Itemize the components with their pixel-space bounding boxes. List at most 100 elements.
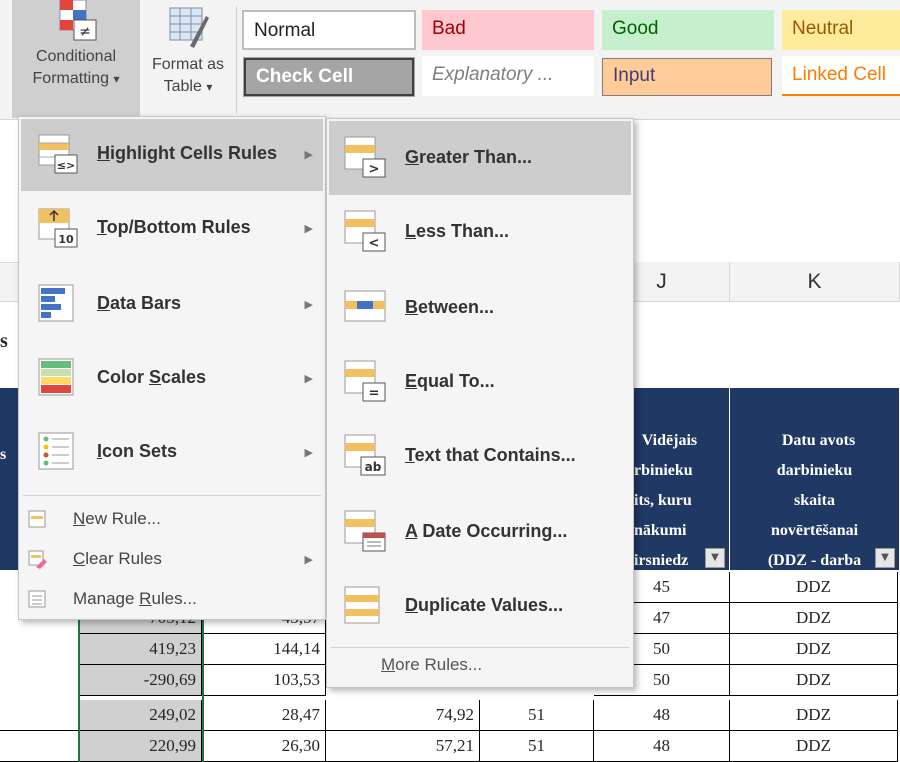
submenu-arrow-icon: ▶ — [304, 554, 313, 566]
cell[interactable]: 48 — [594, 731, 730, 762]
manage-rules-icon — [28, 590, 46, 608]
menu-label: Clear Rules — [73, 549, 162, 568]
cell[interactable]: DDZ — [730, 700, 898, 731]
icon-sets-icon — [38, 432, 74, 470]
filter-dropdown-k[interactable]: ▼ — [875, 548, 895, 568]
menu-label: New Rule... — [73, 509, 161, 528]
menu-item-top-bottom-rules[interactable]: 10 Top/Bottom Rules ▶ — [21, 193, 323, 265]
menu-item-clear-rules[interactable]: Clear Rules ▶ — [21, 539, 323, 579]
cell[interactable]: 103,53 — [202, 665, 326, 696]
svg-text:≠: ≠ — [79, 24, 91, 40]
date-occurring-icon — [344, 510, 386, 552]
format-as-table-icon — [169, 7, 209, 48]
cell[interactable] — [0, 700, 80, 731]
cell[interactable]: DDZ — [730, 665, 898, 696]
data-bars-icon — [38, 284, 74, 322]
menu-label: Highlight Cells Rules — [97, 143, 278, 163]
selection-border — [78, 600, 204, 762]
cell[interactable]: 144,14 — [202, 634, 326, 665]
submenu-arrow-icon: ▶ — [304, 447, 313, 459]
clear-rules-icon — [28, 550, 47, 569]
menu-label: Duplicate Values... — [405, 595, 564, 615]
menu-label: Icon Sets — [97, 441, 178, 461]
menu-label: A Date Occurring... — [405, 521, 568, 541]
header-cell-k: Datu avots darbinieku skaita novērtēšana… — [730, 388, 900, 570]
conditional-formatting-icon: ≠ — [59, 0, 97, 41]
menu-item-new-rule[interactable]: New Rule... — [21, 499, 323, 539]
style-linked-cell[interactable]: Linked Cell — [782, 56, 900, 96]
chevron-down-icon: ▾ — [113, 72, 120, 86]
submenu-arrow-icon: ▶ — [304, 373, 313, 385]
color-scales-icon — [38, 358, 74, 396]
between-icon — [344, 290, 386, 322]
menu-item-less-than[interactable]: < Less Than... — [329, 195, 631, 269]
menu-label: Data Bars — [97, 293, 182, 313]
menu-item-color-scales[interactable]: Color Scales ▶ — [21, 343, 323, 415]
svg-text:≤>: ≤> — [57, 159, 75, 172]
style-explanatory[interactable]: Explanatory ... — [422, 56, 594, 96]
submenu-arrow-icon: ▶ — [304, 299, 313, 311]
menu-item-greater-than[interactable]: > Greater Than... — [329, 121, 631, 195]
cell[interactable]: 48 — [594, 700, 730, 731]
menu-item-icon-sets[interactable]: Icon Sets ▶ — [21, 417, 323, 489]
svg-text:>: > — [369, 162, 380, 177]
less-than-icon: < — [344, 210, 386, 252]
menu-item-highlight-cells-rules[interactable]: ≤> Highlight Cells Rules ▶ — [21, 119, 323, 191]
conditional-formatting-label-1: Conditional — [35, 48, 117, 65]
format-as-table-label-2: Table ▾ — [163, 78, 213, 95]
equal-to-icon: = — [344, 360, 386, 402]
row-label-fragment: s — [0, 330, 8, 352]
highlight-cells-rules-submenu: > Greater Than... < Less Than... Between… — [326, 118, 634, 688]
menu-item-data-bars[interactable]: Data Bars ▶ — [21, 269, 323, 341]
filter-dropdown-j[interactable]: ▼ — [705, 548, 725, 568]
cell[interactable]: 51 — [480, 731, 594, 762]
cell[interactable]: DDZ — [730, 731, 898, 762]
style-good[interactable]: Good — [602, 10, 774, 50]
menu-label: Top/Bottom Rules — [97, 217, 251, 237]
style-neutral[interactable]: Neutral — [782, 10, 900, 50]
header-j-text: Vidējais rbinieku its, kuru nākumi irsni… — [634, 432, 698, 569]
svg-text:<: < — [369, 236, 380, 251]
style-normal[interactable]: Normal — [242, 10, 416, 50]
cell[interactable]: 28,47 — [202, 700, 326, 731]
top-bottom-rules-icon: 10 — [38, 208, 78, 248]
style-bad[interactable]: Bad — [422, 10, 594, 50]
menu-item-text-that-contains[interactable]: ab Text that Contains... — [329, 419, 631, 493]
style-check-cell[interactable]: Check Cell — [243, 57, 415, 97]
highlight-cells-rules-icon: ≤> — [38, 134, 78, 174]
menu-label: Less Than... — [405, 221, 510, 241]
cell[interactable]: 57,21 — [326, 731, 480, 762]
duplicate-values-icon — [344, 586, 380, 624]
menu-item-manage-rules[interactable]: Manage Rules... — [21, 579, 323, 619]
column-header-k[interactable]: K — [730, 262, 900, 302]
svg-text:ab: ab — [365, 460, 382, 474]
conditional-formatting-button[interactable]: ≠ Conditional Formatting ▾ — [12, 0, 140, 118]
cell[interactable]: 26,30 — [202, 731, 326, 762]
cell[interactable]: DDZ — [730, 572, 898, 603]
cell[interactable] — [0, 731, 80, 762]
conditional-formatting-menu: ≤> Highlight Cells Rules ▶ 10 Top/Bottom… — [18, 116, 326, 620]
format-as-table-button[interactable]: Format as Table ▾ — [142, 0, 234, 118]
menu-item-between[interactable]: Between... — [329, 271, 631, 345]
cell[interactable]: 74,92 — [326, 700, 480, 731]
svg-text:10: 10 — [58, 233, 74, 246]
greater-than-icon: > — [344, 136, 386, 178]
chevron-down-icon: ▾ — [206, 80, 213, 94]
cell[interactable]: DDZ — [730, 634, 898, 665]
menu-separator — [23, 495, 321, 496]
menu-label: Between... — [405, 297, 495, 317]
menu-label: Equal To... — [405, 371, 495, 391]
menu-label: Color Scales — [97, 367, 207, 387]
submenu-arrow-icon: ▶ — [304, 223, 313, 235]
menu-item-a-date-occurring[interactable]: A Date Occurring... — [329, 495, 631, 569]
menu-label: Text that Contains... — [405, 445, 576, 465]
submenu-arrow-icon: ▶ — [304, 149, 313, 161]
menu-item-duplicate-values[interactable]: Duplicate Values... — [329, 569, 631, 643]
menu-separator — [331, 647, 629, 648]
style-input[interactable]: Input — [602, 58, 772, 96]
menu-item-more-rules[interactable]: More Rules... — [381, 655, 482, 675]
menu-label: Manage Rules... — [73, 589, 197, 608]
cell[interactable]: DDZ — [730, 603, 898, 634]
cell[interactable]: 51 — [480, 700, 594, 731]
menu-item-equal-to[interactable]: = Equal To... — [329, 345, 631, 419]
